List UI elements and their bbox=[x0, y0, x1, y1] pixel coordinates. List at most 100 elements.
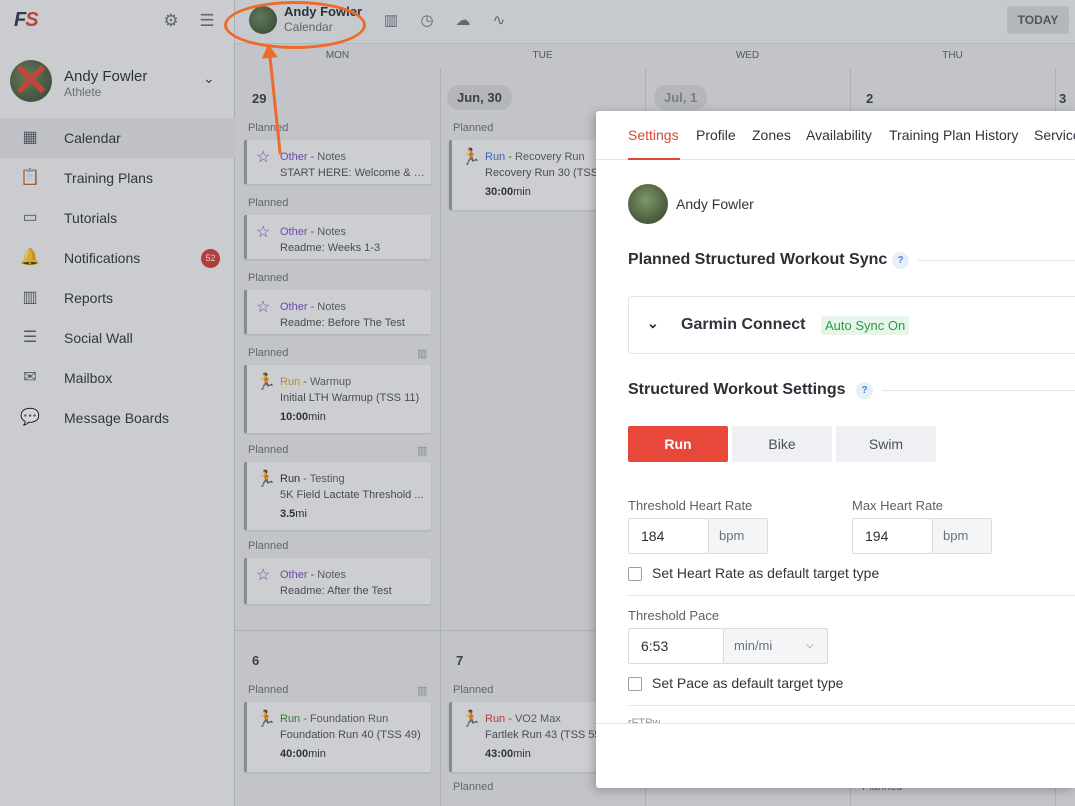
hr-default-label[interactable]: Set Heart Rate as default target type bbox=[652, 565, 879, 581]
sidebar-item-mailbox[interactable]: ✉ Mailbox bbox=[0, 358, 235, 398]
sidebar-item-label: Calendar bbox=[64, 130, 121, 146]
max-hr-label: Max Heart Rate bbox=[852, 498, 944, 513]
sidebar-item-training-plans[interactable]: 📋 Training Plans bbox=[0, 158, 235, 198]
sidebar-item-label: Message Boards bbox=[64, 410, 170, 426]
workout-sport: Other bbox=[280, 569, 308, 581]
workout-card[interactable]: 🏃 Run - Foundation Run Foundation Run 40… bbox=[244, 702, 431, 772]
star-icon: ☆ bbox=[256, 299, 271, 316]
bar-chart-icon[interactable]: ▥ bbox=[380, 10, 402, 32]
duration-unit: min bbox=[513, 186, 531, 198]
help-icon[interactable]: ? bbox=[856, 382, 873, 399]
bar-chart-icon: ▥ bbox=[22, 289, 38, 306]
threshold-hr-input[interactable]: 184 bbox=[628, 518, 709, 554]
tab-settings[interactable]: Settings bbox=[628, 127, 679, 143]
planned-label: Planned bbox=[248, 347, 289, 359]
date-label: 29 bbox=[252, 91, 267, 106]
bar-chart-icon[interactable]: ▥ bbox=[417, 684, 427, 697]
workout-card[interactable]: 🏃 Run - Testing 5K Field Lactate Thresho… bbox=[244, 462, 431, 530]
threshold-pace-input[interactable]: 6:53 bbox=[628, 628, 724, 664]
threshold-hr-label: Threshold Heart Rate bbox=[628, 498, 753, 513]
star-icon: ☆ bbox=[256, 567, 271, 584]
tab-availability[interactable]: Availability bbox=[806, 127, 872, 143]
pulse-icon[interactable]: ∿ bbox=[488, 10, 510, 32]
bar-chart-icon[interactable]: ▥ bbox=[417, 444, 427, 457]
workout-type: Other - Notes bbox=[280, 569, 346, 581]
planned-label: Planned bbox=[248, 122, 289, 134]
duration-value: 3.5 bbox=[280, 508, 296, 520]
sidebar-item-social-wall[interactable]: ☰ Social Wall bbox=[0, 318, 235, 358]
duration-unit: min bbox=[513, 748, 531, 760]
workout-card[interactable]: ☆ Other - Notes START HERE: Welcome & S.… bbox=[244, 140, 431, 184]
annotation-circle bbox=[224, 1, 366, 49]
duration-unit: min bbox=[308, 748, 326, 760]
planned-label: Planned bbox=[453, 684, 494, 696]
modal-footer-divider bbox=[596, 723, 1075, 724]
garmin-sync-panel[interactable]: ⌄ Garmin Connect Auto Sync On bbox=[628, 296, 1075, 354]
sidebar-item-calendar[interactable]: ▦ Calendar bbox=[0, 118, 235, 158]
hamburger-menu-icon[interactable]: ☰ bbox=[197, 11, 217, 31]
sport-run-button[interactable]: Run bbox=[628, 426, 728, 462]
pace-default-label[interactable]: Set Pace as default target type bbox=[652, 675, 843, 691]
mail-icon: ✉ bbox=[23, 369, 37, 386]
runner-icon: 🏃 bbox=[256, 374, 276, 391]
workout-type: Run - VO2 Max bbox=[485, 713, 561, 725]
workout-kind: - Warmup bbox=[300, 376, 352, 388]
planned-label: Planned bbox=[248, 444, 289, 456]
day-header-tue: TUE bbox=[532, 50, 553, 61]
duration-value: 43:00 bbox=[485, 748, 514, 760]
runner-icon: 🏃 bbox=[461, 711, 481, 728]
date-label: 6 bbox=[252, 653, 260, 668]
workout-sport: Run bbox=[485, 151, 506, 163]
sport-swim-button[interactable]: Swim bbox=[836, 426, 936, 462]
workout-card[interactable]: ☆ Other - Notes Readme: Weeks 1-3 bbox=[244, 215, 431, 259]
divider bbox=[918, 260, 1075, 261]
star-icon: ☆ bbox=[256, 149, 271, 166]
sidebar-item-notifications[interactable]: 🔔 Notifications 52 bbox=[0, 238, 235, 278]
date-label: Jun, 30 bbox=[447, 85, 512, 110]
calendar-icon: ▦ bbox=[22, 129, 38, 146]
tab-profile[interactable]: Profile bbox=[696, 127, 736, 143]
avatar[interactable] bbox=[628, 184, 668, 224]
help-icon[interactable]: ? bbox=[892, 252, 909, 269]
profile-menu[interactable]: ✕ Andy Fowler Athlete ⌄ bbox=[0, 56, 235, 112]
workout-title: Foundation Run 40 (TSS 49) bbox=[280, 729, 421, 741]
workout-type: Other - Notes bbox=[280, 301, 346, 313]
clock-icon[interactable]: ◷ bbox=[416, 10, 438, 32]
sidebar-item-tutorials[interactable]: ▭ Tutorials bbox=[0, 198, 235, 238]
workout-card[interactable]: ☆ Other - Notes Readme: After the Test bbox=[244, 558, 431, 604]
pace-default-checkbox[interactable] bbox=[628, 677, 642, 691]
workout-kind: - Notes bbox=[307, 301, 347, 313]
workout-settings-title: Structured Workout Settings bbox=[628, 381, 846, 398]
tab-services[interactable]: Service bbox=[1034, 127, 1075, 143]
workout-card[interactable]: 🏃 Run - Warmup Initial LTH Warmup (TSS 1… bbox=[244, 365, 431, 433]
workout-duration: 30:00min bbox=[485, 186, 531, 198]
app-logo[interactable]: FS bbox=[14, 9, 39, 32]
sidebar-nav: ▦ Calendar 📋 Training Plans ▭ Tutorials … bbox=[0, 118, 235, 438]
today-button[interactable]: TODAY bbox=[1007, 6, 1069, 34]
chevron-down-icon[interactable]: ⌄ bbox=[647, 315, 659, 332]
status-badge: Auto Sync On bbox=[821, 316, 910, 335]
weather-icon[interactable]: ☁ bbox=[452, 10, 474, 32]
hr-default-checkbox[interactable] bbox=[628, 567, 642, 581]
sidebar-item-reports[interactable]: ▥ Reports bbox=[0, 278, 235, 318]
duration-value: 10:00 bbox=[280, 411, 309, 423]
tab-zones[interactable]: Zones bbox=[752, 127, 791, 143]
duration-value: 30:00 bbox=[485, 186, 514, 198]
sidebar-item-message-boards[interactable]: 💬 Message Boards bbox=[0, 398, 235, 438]
workout-type: Run - Recovery Run bbox=[485, 151, 585, 163]
gear-icon[interactable]: ⚙ bbox=[161, 11, 181, 31]
column-divider bbox=[440, 68, 441, 806]
workout-title: START HERE: Welcome & S... bbox=[280, 167, 425, 179]
sport-bike-button[interactable]: Bike bbox=[732, 426, 832, 462]
workout-card[interactable]: ☆ Other - Notes Readme: Before The Test bbox=[244, 290, 431, 334]
max-hr-input[interactable]: 194 bbox=[852, 518, 933, 554]
settings-modal: Settings Profile Zones Availability Trai… bbox=[596, 111, 1075, 788]
chevron-down-icon[interactable]: ⌵ bbox=[806, 640, 814, 651]
workout-type: Run - Warmup bbox=[280, 376, 351, 388]
profile-role: Athlete bbox=[64, 85, 102, 99]
chevron-down-icon[interactable]: ⌄ bbox=[203, 70, 215, 87]
chat-icon: 💬 bbox=[20, 409, 40, 426]
workout-sport: Run bbox=[485, 713, 506, 725]
bar-chart-icon[interactable]: ▥ bbox=[417, 347, 427, 360]
tab-training-plan-history[interactable]: Training Plan History bbox=[889, 127, 1018, 143]
